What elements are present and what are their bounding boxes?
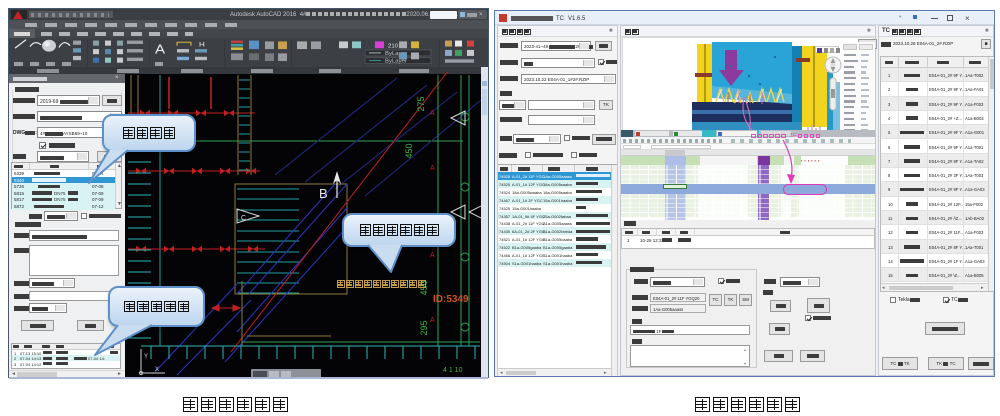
svg-text:H: H xyxy=(199,40,205,48)
svg-text:4 1 10: 4 1 10 xyxy=(443,367,463,374)
svg-text:C: C xyxy=(241,215,246,222)
svg-text:275: 275 xyxy=(416,96,426,111)
svg-text:210: 210 xyxy=(388,44,398,50)
svg-text:X: X xyxy=(155,367,159,373)
svg-text:A: A xyxy=(155,41,166,56)
svg-text:450: 450 xyxy=(404,143,414,158)
svg-text:A: A xyxy=(430,252,435,259)
svg-text:A: A xyxy=(430,317,435,324)
svg-text:B: B xyxy=(319,186,328,201)
svg-text:A: A xyxy=(430,110,435,117)
svg-text:ByLayer: ByLayer xyxy=(385,59,407,65)
svg-text:295: 295 xyxy=(419,320,429,335)
svg-text:A: A xyxy=(430,165,435,172)
